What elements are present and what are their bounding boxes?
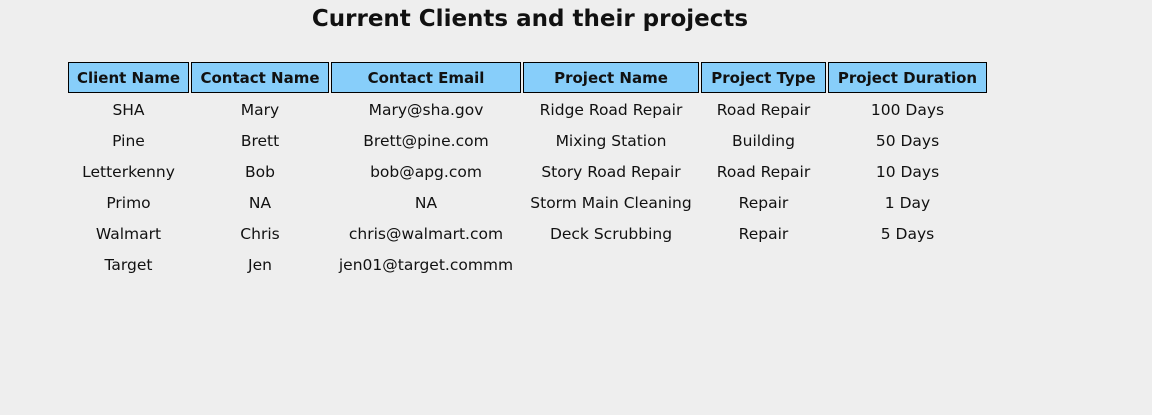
cell-project-name: Storm Main Cleaning [530, 193, 692, 212]
cell-contact-email: chris@walmart.com [348, 224, 504, 243]
cell-project-duration: 5 Days [880, 224, 935, 243]
cell-project-type: Repair [738, 193, 789, 212]
cell-project-duration: 1 Day [884, 193, 931, 212]
cell-contact-name: Jen [248, 255, 272, 274]
header-project-duration: Project Duration [828, 62, 987, 93]
header-project-name: Project Name [523, 62, 699, 93]
cell-contact-email: jen01@target.commm [338, 255, 514, 274]
header-client-name: Client Name [68, 62, 189, 93]
cell-contact-name: Brett [240, 131, 280, 150]
cell-client-name: Primo [106, 193, 151, 212]
cell-project-name [523, 250, 699, 279]
cell-project-name: Ridge Road Repair [539, 100, 683, 119]
cell-contact-email: Brett@pine.com [363, 131, 489, 150]
table-row: Primo NA NA Storm Main Cleaning Repair 1 Day [68, 188, 987, 217]
cell-client-name: Letterkenny [82, 162, 175, 181]
table-header-row: Client Name Contact Name Contact Email P… [68, 62, 987, 93]
page-title: Current Clients and their projects [311, 6, 749, 32]
cell-project-name: Deck Scrubbing [549, 224, 673, 243]
cell-contact-email: bob@apg.com [370, 162, 482, 181]
cell-project-type [701, 250, 826, 279]
table-row: Pine Brett Brett@pine.com Mixing Station Bui… [68, 126, 987, 155]
cell-client-name: Pine [112, 131, 145, 150]
cell-project-duration: 50 Days [875, 131, 940, 150]
cell-project-type: Building [732, 131, 795, 150]
cell-contact-name: Chris [240, 224, 280, 243]
table-row: Walmart Chris chris@walmart.com Deck Scrubb… [68, 219, 987, 248]
table-row: Target Jen jen01@target.commm [68, 250, 987, 279]
cell-contact-name: NA [248, 193, 272, 212]
cell-project-name: Story Road Repair [541, 162, 681, 181]
cell-client-name: Walmart [95, 224, 162, 243]
header-contact-email: Contact Email [331, 62, 521, 93]
cell-contact-name: Bob [245, 162, 275, 181]
table-row: Letterkenny Bob bob@apg.com Story Road Repa… [68, 157, 987, 186]
cell-client-name: SHA [112, 100, 145, 119]
cell-contact-name: Mary [240, 100, 280, 119]
cell-contact-email: NA [414, 193, 438, 212]
cell-project-type: Road Repair [716, 100, 811, 119]
cell-project-type: Repair [738, 224, 789, 243]
cell-project-name: Mixing Station [555, 131, 667, 150]
table-row: SHA Mary Mary@sha.gov Ridge Road Repair Road… [68, 95, 987, 124]
cell-project-duration: 100 Days [870, 100, 945, 119]
cell-client-name: Target [104, 255, 153, 274]
cell-project-duration [828, 250, 987, 279]
header-project-type: Project Type [701, 62, 826, 93]
cell-contact-email: Mary@sha.gov [368, 100, 484, 119]
clients-table: Client Name Contact Name Contact Email P… [66, 60, 989, 281]
cell-project-duration: 10 Days [875, 162, 940, 181]
cell-project-type: Road Repair [716, 162, 811, 181]
header-contact-name: Contact Name [191, 62, 329, 93]
